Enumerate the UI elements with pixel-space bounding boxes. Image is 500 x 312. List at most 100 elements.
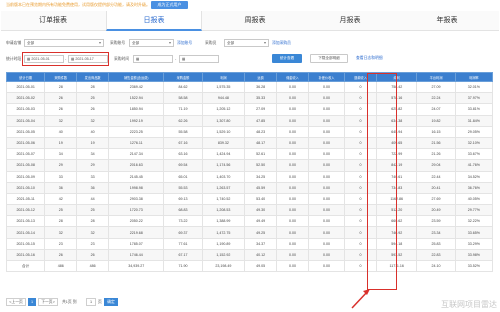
table-cell: 1,575.35 [201, 80, 246, 94]
table-cell: 40.12 [244, 248, 278, 262]
table-cell: 25 [76, 204, 110, 217]
table-cell: 2145.45 [108, 170, 165, 183]
table-cell: 1785.07 [108, 237, 165, 250]
upgrade-notice-bar: 当前版本已在预览期内所有功能免费使用，试用版仅提供部分功能，请及时升级。 成为正… [0, 0, 500, 10]
column-header: 利润 [201, 72, 246, 82]
purchase-time-from[interactable]: ▦ [133, 55, 173, 63]
table-cell: 32 [76, 226, 110, 239]
tab-weekly-report[interactable]: 周报表 [207, 11, 303, 31]
table-cell: 49.30 [244, 204, 278, 217]
table-cell: 2903.38 [108, 192, 165, 206]
add-account-link[interactable]: 添加账号 [177, 41, 192, 46]
next-page-button[interactable]: 下一页> [38, 298, 58, 306]
table-cell: 0.00 [307, 215, 346, 228]
table-cell: 2021-05-06 [5, 136, 46, 150]
table-cell: 合计 [5, 259, 46, 273]
table-row: 2021-05-07 34 34 2147.34 63.16 1,424.94 52.61 0… [5, 148, 494, 161]
table-cell: 34.37 [244, 237, 278, 250]
table-cell: 2021-05-09 [5, 170, 46, 183]
purchase-time-label: 采购时间 [114, 57, 130, 61]
column-header: 利润率 [454, 72, 494, 82]
column-header: 平台利润 [416, 72, 456, 82]
table-cell: 23 [44, 237, 78, 250]
table-cell: 26 [44, 103, 78, 116]
table-cell: 2021-05-16 [5, 248, 46, 262]
page-unit-text: 页 [98, 300, 102, 304]
account-label: 采购账号 [110, 41, 126, 45]
export-button[interactable]: 下载全部明细 [310, 54, 348, 63]
table-cell: 0.00 [276, 103, 309, 116]
prev-page-button[interactable]: <上一页 [6, 298, 26, 306]
table-cell: 23 [76, 237, 110, 250]
table-cell: 1,388.99 [201, 215, 246, 228]
table-cell: 2021-05-12 [5, 204, 46, 217]
table-cell: 52.50 [244, 159, 278, 172]
table-cell: 0.00 [276, 248, 309, 262]
watermark-text: 互联网项目雷达 [441, 300, 497, 309]
calendar-icon: ▦ [182, 57, 186, 61]
table-cell: 34 [76, 148, 110, 161]
table-cell: 26 [76, 103, 110, 116]
goto-page-input[interactable]: 1 [86, 298, 96, 306]
table-cell: 0.00 [307, 237, 346, 250]
table-cell: 0.00 [307, 103, 346, 116]
search-button[interactable]: 统计查看 [272, 54, 302, 63]
page-1-button[interactable]: 1 [28, 298, 36, 306]
table-cell: 1,263.57 [201, 181, 246, 194]
table-cell: 73.22 [163, 215, 203, 228]
table-row: 2021-05-13 28 28 2050.22 73.22 1,388.99 49.49 0… [5, 215, 494, 228]
table-cell: 486 [76, 259, 110, 273]
table-cell: 0.00 [276, 259, 309, 273]
table-cell: 1,307.80 [201, 114, 246, 127]
buyer-select[interactable]: 全部 ▾ [224, 39, 269, 47]
upgrade-button[interactable]: 成为正式用户 [151, 1, 188, 9]
daily-report-table: 统计日期 采购件数 发出商品数 销售金额(含运费) 采购金额 利润 运费 佣金收入 补差价收入退… [5, 72, 494, 273]
table-cell: 32 [44, 226, 78, 239]
table-cell: 29.05% [454, 125, 494, 138]
purchase-time-to[interactable]: ▦ [179, 55, 219, 63]
table-cell: 1,424.94 [201, 148, 246, 161]
goto-confirm-button[interactable]: 确定 [104, 298, 118, 306]
table-cell: 33.81% [454, 103, 494, 116]
view-log-link[interactable]: 查看日志和明细 [356, 56, 383, 61]
table-cell: 41.76% [454, 159, 494, 172]
date-to-input[interactable]: ▦ 2021-05-17 [68, 55, 108, 63]
tab-yearly-report[interactable]: 年报表 [399, 11, 495, 31]
table-cell: 0.00 [307, 192, 346, 206]
table-cell: 0.00 [276, 148, 309, 161]
table-cell: 26 [76, 248, 110, 262]
account-select[interactable]: 全部 ▾ [129, 39, 174, 47]
filter-panel: 申请店铺 全部 ▾ 采购账号 全部 ▾ 添加账号 采购员 全部 ▾ 添加采购员 … [6, 38, 496, 68]
table-cell: 1,205.12 [201, 103, 246, 116]
add-buyer-link[interactable]: 添加采购员 [272, 41, 291, 46]
table-cell: 2021-05-08 [5, 159, 46, 172]
buyer-label: 采购员 [205, 41, 217, 45]
table-cell: 71.19 [163, 103, 203, 116]
table-cell: 26 [44, 248, 78, 262]
table-cell: 36 [44, 181, 78, 194]
tab-monthly-report[interactable]: 月报表 [302, 11, 398, 31]
tab-daily-report[interactable]: 日报表 [106, 11, 202, 31]
table-cell: 0.00 [307, 80, 346, 94]
store-select[interactable]: 全部 ▾ [24, 39, 104, 47]
table-cell: 1522.94 [108, 92, 165, 105]
table-cell: 2021-05-15 [5, 237, 46, 250]
table-cell: 0.00 [276, 92, 309, 105]
table-cell: 49.05 [244, 259, 278, 273]
table-cell: 2021-05-03 [5, 103, 46, 116]
pagination: <上一页 1 下一页> 共1页 到 1 页 确定 [6, 297, 306, 307]
table-cell: 2219.68 [108, 226, 165, 239]
table-cell: 1,190.89 [201, 237, 246, 250]
table-cell: 22.24 [416, 92, 456, 105]
tab-order-report[interactable]: 订单报表 [5, 11, 101, 31]
table-cell: 32.01% [454, 80, 494, 94]
table-cell: 32.22% [454, 215, 494, 228]
table-cell: 28 [44, 80, 78, 94]
date-from-input[interactable]: ▦ 2021-05-01 [24, 55, 64, 63]
table-cell: 23,198.49 [201, 259, 246, 273]
table-cell: 55.58 [163, 125, 203, 138]
table-row: 2021-05-05 40 40 2223.25 55.58 1,529.10 48.23 0… [5, 125, 494, 138]
table-cell: 22.83 [416, 248, 456, 262]
table-cell: 34.52% [454, 170, 494, 183]
calendar-icon: ▦ [136, 57, 140, 61]
